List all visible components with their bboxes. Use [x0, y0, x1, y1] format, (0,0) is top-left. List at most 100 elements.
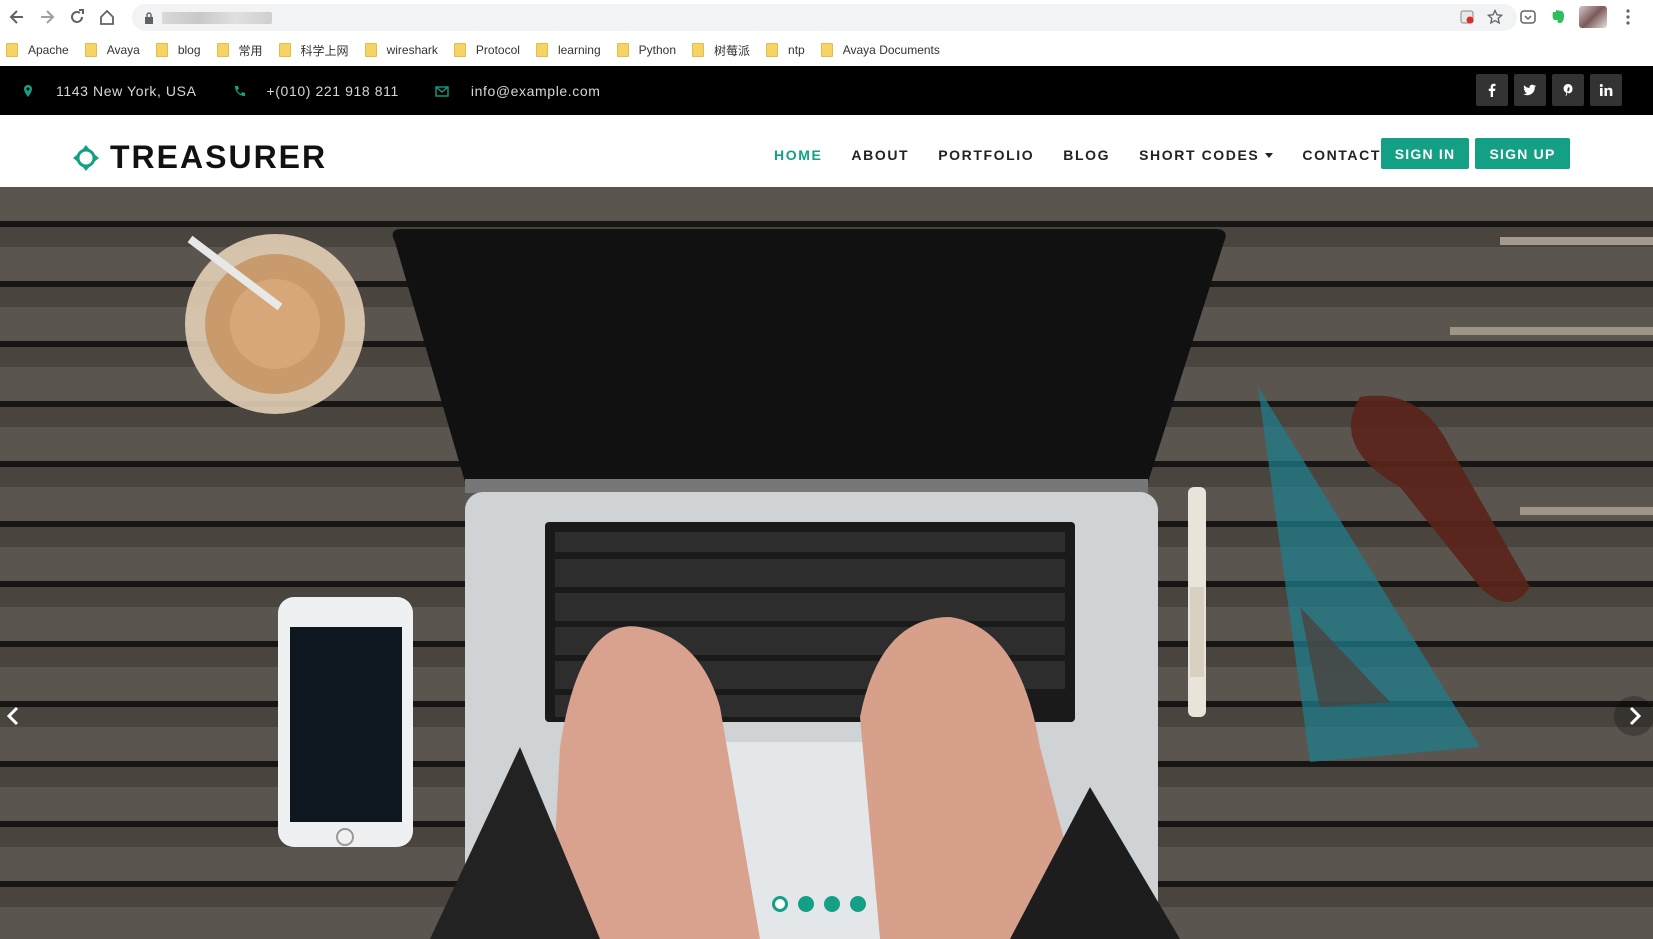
nav-about[interactable]: ABOUT — [851, 147, 909, 163]
folder-icon — [766, 43, 779, 57]
browser-toolbar — [0, 0, 1653, 34]
bookmark-label: blog — [177, 43, 201, 57]
chevron-right-icon — [1629, 706, 1642, 726]
crosshair-logo-icon — [73, 144, 99, 171]
folder-icon — [820, 43, 833, 57]
menu-dots-icon[interactable] — [1619, 8, 1637, 26]
twitter-icon — [1523, 84, 1536, 96]
hero-slider — [0, 187, 1653, 939]
bookmark-raspberry[interactable]: 树莓派 — [692, 42, 750, 59]
reload-button[interactable] — [64, 4, 90, 30]
url-text-blurred — [162, 11, 272, 24]
email-info[interactable]: info@example.com — [435, 83, 601, 99]
pinterest-button[interactable] — [1552, 74, 1584, 106]
bookmark-common[interactable]: 常用 — [216, 42, 263, 59]
home-icon — [100, 9, 114, 25]
bookmark-wireshark[interactable]: wireshark — [364, 43, 438, 57]
bookmark-label: 科学上网 — [300, 43, 349, 58]
arrow-left-icon — [9, 10, 23, 24]
nav-contact[interactable]: CONTACT — [1302, 147, 1381, 163]
bookmark-label: wireshark — [386, 43, 438, 57]
bookmark-blog[interactable]: blog — [155, 43, 201, 57]
top-info-bar: 1143 New York, USA +(010) 221 918 811 in… — [0, 66, 1653, 115]
reload-icon — [71, 9, 84, 23]
email-text: info@example.com — [470, 82, 601, 99]
facebook-button[interactable] — [1476, 74, 1508, 106]
folder-icon — [692, 43, 705, 57]
bookmark-label: ntp — [788, 43, 805, 57]
nav-home[interactable]: HOME — [774, 147, 822, 163]
bookmark-apache[interactable]: Apache — [6, 43, 69, 57]
folder-icon — [616, 43, 629, 57]
main-navigation: HOME ABOUT PORTFOLIO BLOG SHORT CODES CO… — [774, 147, 1410, 163]
folder-icon — [216, 43, 229, 57]
nav-short-codes-label: SHORT CODES — [1139, 147, 1260, 163]
bookmark-learning[interactable]: learning — [535, 43, 601, 57]
address-text: 1143 New York, USA — [56, 82, 197, 99]
profile-avatar[interactable] — [1579, 6, 1607, 28]
address-info: 1143 New York, USA — [22, 83, 197, 99]
logo-text: TREASURER — [110, 139, 328, 175]
slider-dot-3[interactable] — [824, 896, 840, 912]
folder-icon — [453, 43, 466, 57]
slider-next-button[interactable] — [1614, 696, 1653, 736]
folder-icon — [6, 43, 18, 57]
hero-image-laptop-desk — [0, 187, 1653, 939]
bookmark-avaya[interactable]: Avaya — [84, 43, 140, 57]
bookmark-label: 树莓派 — [714, 43, 751, 58]
bookmark-label: Protocol — [475, 43, 520, 57]
social-links — [1476, 74, 1622, 106]
bookmark-label: learning — [557, 43, 601, 57]
lock-icon — [145, 11, 153, 24]
slider-pagination — [772, 896, 866, 912]
blocked-icon[interactable] — [1459, 9, 1475, 25]
linkedin-button[interactable] — [1590, 74, 1622, 106]
bookmark-label: 常用 — [238, 43, 263, 58]
phone-icon — [234, 85, 245, 96]
site-header: TREASURER HOME ABOUT PORTFOLIO BLOG SHOR… — [0, 115, 1653, 187]
envelope-icon — [435, 85, 449, 97]
pocket-icon[interactable] — [1519, 8, 1537, 26]
site-logo[interactable]: TREASURER — [72, 139, 327, 176]
folder-icon — [155, 43, 168, 57]
back-button[interactable] — [4, 4, 30, 30]
evernote-icon[interactable] — [1549, 8, 1567, 26]
home-button[interactable] — [94, 4, 120, 30]
caret-down-icon — [1265, 152, 1274, 158]
bookmark-label: Avaya Documents — [842, 43, 940, 57]
twitter-button[interactable] — [1514, 74, 1546, 106]
sign-up-button[interactable]: SIGN UP — [1475, 138, 1570, 169]
folder-icon — [364, 43, 377, 57]
nav-blog[interactable]: BLOG — [1063, 147, 1110, 163]
bookmark-avaya-docs[interactable]: Avaya Documents — [820, 43, 940, 57]
arrow-right-icon — [41, 10, 55, 24]
facebook-icon — [1488, 83, 1496, 97]
nav-portfolio[interactable]: PORTFOLIO — [938, 147, 1034, 163]
bookmark-protocol[interactable]: Protocol — [453, 43, 520, 57]
phone-info: +(010) 221 918 811 — [233, 83, 399, 99]
forward-button[interactable] — [34, 4, 60, 30]
nav-short-codes[interactable]: SHORT CODES — [1139, 147, 1274, 163]
slider-dot-2[interactable] — [798, 896, 814, 912]
slider-dot-4[interactable] — [850, 896, 866, 912]
slider-prev-button[interactable] — [0, 696, 34, 736]
bookmark-proxy[interactable]: 科学上网 — [278, 42, 349, 59]
star-icon[interactable] — [1487, 9, 1503, 25]
bookmark-label: Avaya — [106, 43, 140, 57]
sign-in-button[interactable]: SIGN IN — [1381, 138, 1469, 169]
map-marker-icon — [24, 84, 32, 97]
bookmark-python[interactable]: Python — [616, 43, 677, 57]
bookmark-label: Python — [638, 43, 677, 57]
folder-icon — [278, 43, 291, 57]
pinterest-icon — [1563, 84, 1573, 97]
bookmark-label: Apache — [28, 43, 69, 57]
address-bar[interactable] — [132, 4, 1517, 31]
folder-icon — [84, 43, 97, 57]
slider-dot-1[interactable] — [772, 896, 788, 912]
linkedin-icon — [1599, 84, 1613, 96]
phone-text: +(010) 221 918 811 — [266, 82, 399, 99]
bookmarks-bar: Apache Avaya blog 常用 科学上网 wireshark Prot… — [0, 34, 1653, 66]
chevron-left-icon — [6, 706, 19, 726]
folder-icon — [535, 43, 548, 57]
bookmark-ntp[interactable]: ntp — [766, 43, 805, 57]
